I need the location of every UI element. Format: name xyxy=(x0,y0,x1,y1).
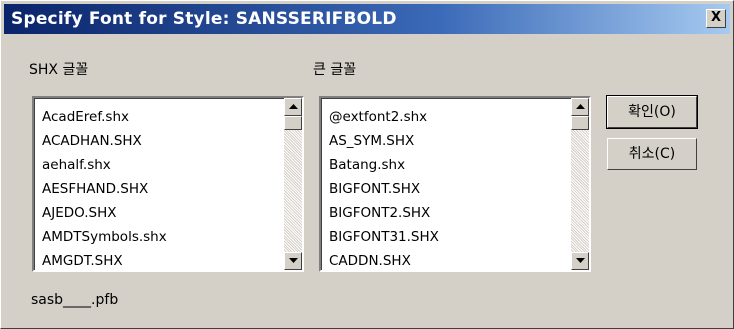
big-font-label: 큰 글꼴 xyxy=(313,62,357,78)
list-item[interactable]: BIGFONT.SHX xyxy=(329,177,571,201)
scroll-down-button[interactable] xyxy=(284,252,302,270)
shx-font-list[interactable]: AcadEref.shx ACADHAN.SHX aehalf.shx AESF… xyxy=(32,96,304,272)
shx-font-list-items: AcadEref.shx ACADHAN.SHX aehalf.shx AESF… xyxy=(34,98,284,270)
big-font-list-items: @extfont2.shx AS_SYM.SHX Batang.shx BIGF… xyxy=(321,98,571,270)
shx-font-scrollbar[interactable] xyxy=(284,98,302,270)
title-bar[interactable]: Specify Font for Style: SANSSERIFBOLD X xyxy=(4,4,730,34)
shx-font-label: SHX 글꼴 xyxy=(29,62,89,78)
font-file-text: sasb____.pfb xyxy=(31,292,119,308)
down-arrow-icon xyxy=(576,258,585,263)
ok-button[interactable]: 확인(O) xyxy=(606,95,698,129)
list-item[interactable]: AESFHAND.SHX xyxy=(42,177,284,201)
scroll-up-button[interactable] xyxy=(571,98,589,116)
list-item[interactable]: BIGFONT2.SHX xyxy=(329,201,571,225)
list-item[interactable]: CADDN.SHX xyxy=(329,249,571,270)
up-arrow-icon xyxy=(576,104,585,109)
list-item[interactable]: AJEDO.SHX xyxy=(42,201,284,225)
list-item[interactable]: AMGDT.SHX xyxy=(42,249,284,270)
list-item[interactable]: BIGFONT31.SHX xyxy=(329,225,571,249)
scroll-up-button[interactable] xyxy=(284,98,302,116)
close-button[interactable]: X xyxy=(706,9,726,28)
up-arrow-icon xyxy=(289,104,298,109)
font-dialog: Specify Font for Style: SANSSERIFBOLD X … xyxy=(0,0,734,329)
list-item[interactable]: Batang.shx xyxy=(329,153,571,177)
window-title: Specify Font for Style: SANSSERIFBOLD xyxy=(11,9,397,29)
list-item[interactable]: ACADHAN.SHX xyxy=(42,129,284,153)
list-item[interactable]: AcadEref.shx xyxy=(42,105,284,129)
list-item[interactable]: AS_SYM.SHX xyxy=(329,129,571,153)
list-item[interactable]: AMDTSymbols.shx xyxy=(42,225,284,249)
list-item[interactable]: aehalf.shx xyxy=(42,153,284,177)
scroll-thumb[interactable] xyxy=(571,116,589,130)
list-item[interactable]: @extfont2.shx xyxy=(329,105,571,129)
scroll-thumb[interactable] xyxy=(284,116,302,130)
down-arrow-icon xyxy=(289,258,298,263)
big-font-list[interactable]: @extfont2.shx AS_SYM.SHX Batang.shx BIGF… xyxy=(319,96,591,272)
close-icon: X xyxy=(710,10,722,25)
big-font-scrollbar[interactable] xyxy=(571,98,589,270)
cancel-button[interactable]: 취소(C) xyxy=(607,138,697,170)
scroll-down-button[interactable] xyxy=(571,252,589,270)
